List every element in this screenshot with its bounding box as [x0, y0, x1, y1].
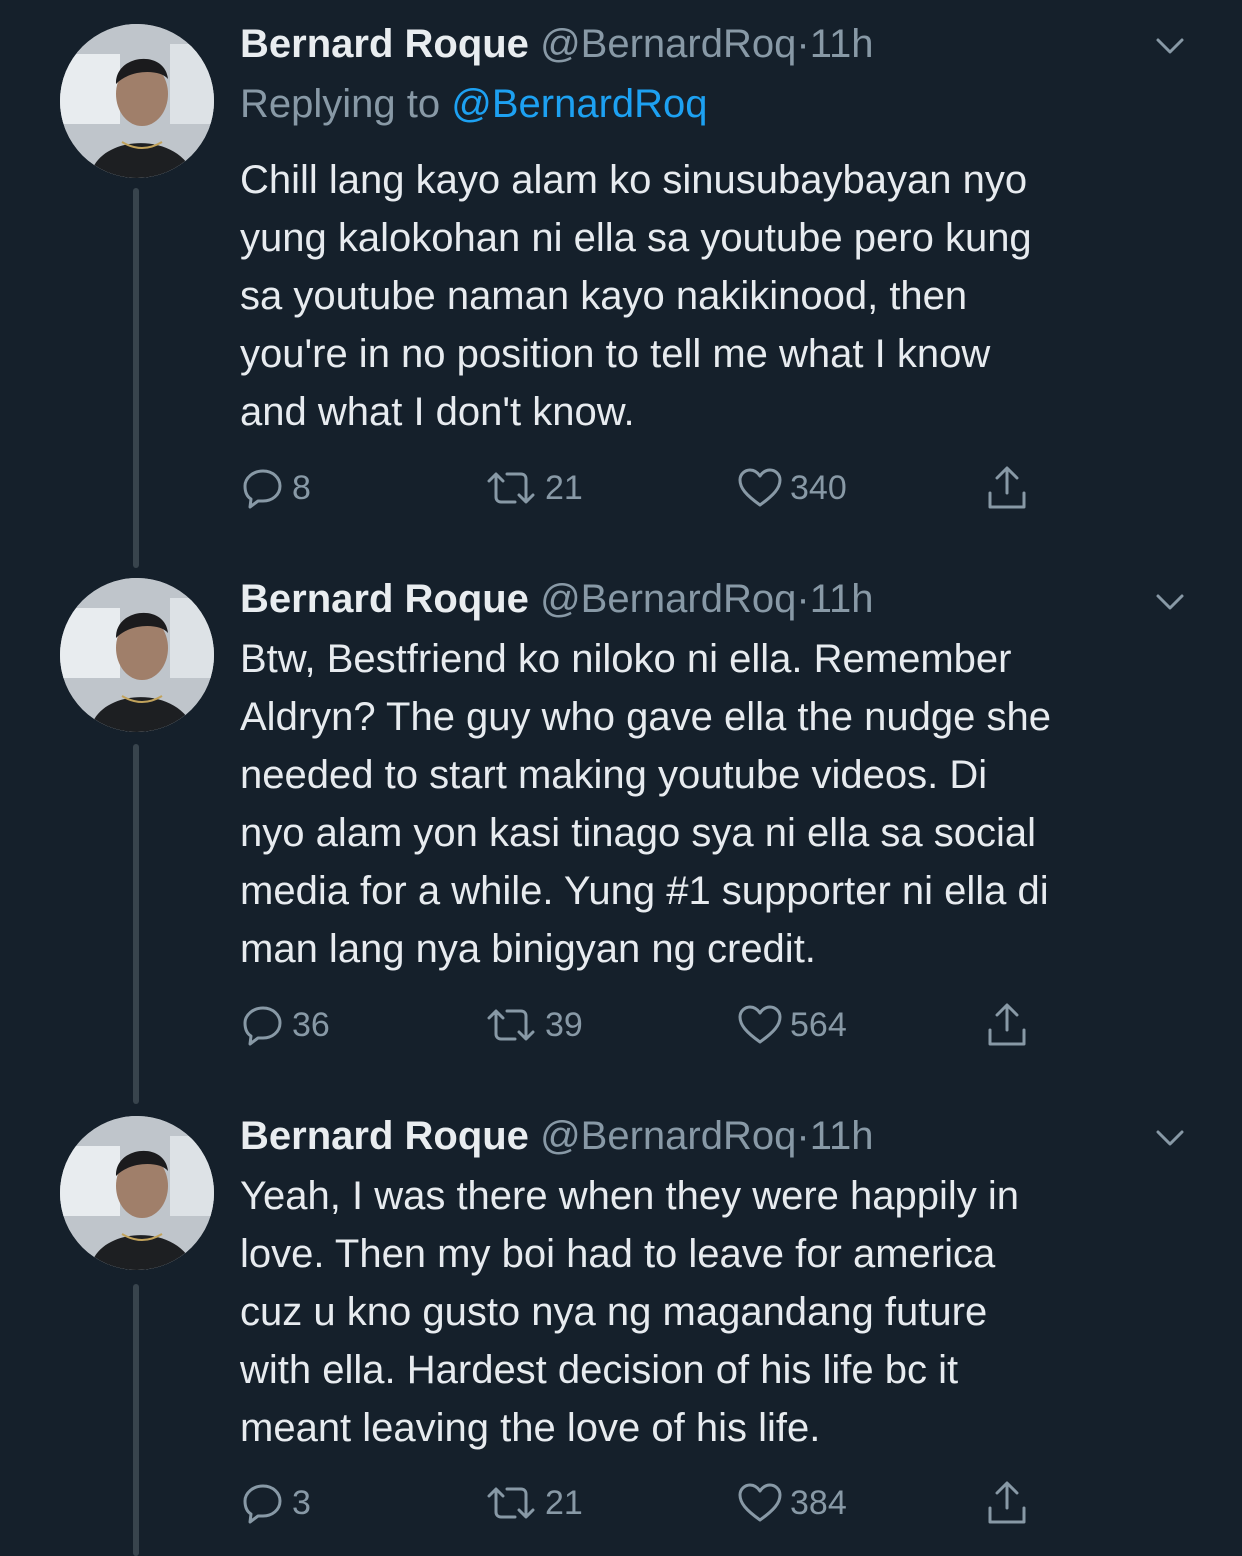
like-count: 564 — [790, 1005, 847, 1044]
like-button[interactable]: 564 — [736, 1000, 847, 1050]
profile-photo — [60, 1116, 214, 1270]
tweet-text-line: Chill lang kayo alam ko sinusubaybayan n… — [240, 158, 1028, 202]
tweet-text-line: Yeah, I was there when they were happily… — [240, 1174, 1020, 1218]
timestamp[interactable]: 11h — [810, 1114, 874, 1158]
tweet-header: Bernard Roque @BernardRoq·11h — [240, 20, 873, 68]
tweet-actions: 3 21 384 — [240, 1478, 1060, 1528]
retweet-icon — [487, 1487, 535, 1519]
replying-to-label: Replying to — [240, 82, 452, 126]
tweet-header: Bernard Roque @BernardRoq·11h — [240, 575, 873, 623]
share-button[interactable] — [982, 463, 1032, 513]
tweet-actions: 36 39 564 — [240, 1000, 1060, 1050]
reply-icon — [243, 469, 282, 509]
like-button[interactable]: 340 — [736, 463, 847, 513]
heart-icon — [738, 1005, 782, 1044]
retweet-count: 21 — [545, 1483, 583, 1522]
thread-connector-line — [133, 188, 139, 568]
reply-button[interactable]: 36 — [240, 1000, 330, 1050]
reply-count: 8 — [292, 468, 311, 507]
reply-button[interactable]: 8 — [240, 463, 311, 513]
chevron-down-icon[interactable] — [1150, 582, 1190, 622]
separator-dot: · — [796, 1114, 810, 1158]
avatar[interactable] — [60, 1116, 214, 1270]
tweet-text-line: needed to start making youtube videos. D… — [240, 753, 988, 797]
reply-icon — [243, 1484, 282, 1524]
tweet-text-line: sa youtube naman kayo nakikinood, then — [240, 274, 968, 318]
tweet-text-line: with ella. Hardest decision of his life … — [240, 1348, 959, 1392]
share-icon — [988, 1481, 1026, 1524]
reply-count: 36 — [292, 1005, 330, 1044]
tweet-text-line: yung kalokohan ni ella sa youtube pero k… — [240, 216, 1032, 260]
replying-to-mention[interactable]: @BernardRoq — [451, 82, 707, 126]
retweet-icon — [487, 1009, 535, 1041]
share-button[interactable] — [982, 1000, 1032, 1050]
tweet-text-line: and what I don't know. — [240, 390, 635, 434]
like-count: 384 — [790, 1483, 847, 1522]
profile-photo — [60, 578, 214, 732]
separator-dot: · — [796, 577, 810, 621]
chevron-down-icon[interactable] — [1150, 26, 1190, 66]
tweet-text-line: love. Then my boi had to leave for ameri… — [240, 1232, 996, 1276]
like-button[interactable]: 384 — [736, 1478, 847, 1528]
display-name[interactable]: Bernard Roque — [240, 577, 529, 621]
tweet-text-line: Btw, Bestfriend ko niloko ni ella. Remem… — [240, 637, 1012, 681]
avatar[interactable] — [60, 24, 214, 178]
like-count: 340 — [790, 468, 847, 507]
tweet-text-line: Aldryn? The guy who gave ella the nudge … — [240, 695, 1051, 739]
thread-connector-line — [133, 1284, 139, 1556]
profile-photo — [60, 24, 214, 178]
tweet-thread: Bernard Roque @BernardRoq·11h Replying t… — [0, 0, 1242, 1556]
share-icon — [988, 1003, 1026, 1046]
retweet-count: 21 — [545, 468, 583, 507]
username[interactable]: @BernardRoq — [540, 577, 796, 621]
retweet-button[interactable]: 39 — [483, 1000, 583, 1050]
reply-button[interactable]: 3 — [240, 1478, 311, 1528]
reply-icon — [243, 1006, 282, 1046]
retweet-count: 39 — [545, 1005, 583, 1044]
separator-dot: · — [796, 22, 810, 66]
tweet-header: Bernard Roque @BernardRoq·11h — [240, 1112, 873, 1160]
heart-icon — [738, 1483, 782, 1522]
reply-count: 3 — [292, 1483, 311, 1522]
tweet-text-line: you're in no position to tell me what I … — [240, 332, 991, 376]
tweet-text-line: cuz u kno gusto nya ng magandang future — [240, 1290, 988, 1334]
replying-to: Replying to @BernardRoq — [240, 80, 708, 128]
timestamp[interactable]: 11h — [810, 22, 874, 66]
heart-icon — [738, 468, 782, 507]
timestamp[interactable]: 11h — [810, 577, 874, 621]
chevron-down-icon[interactable] — [1150, 1118, 1190, 1158]
thread-connector-line — [133, 744, 139, 1104]
retweet-button[interactable]: 21 — [483, 463, 583, 513]
username[interactable]: @BernardRoq — [540, 1114, 796, 1158]
tweet-actions: 8 21 340 — [240, 463, 1060, 513]
share-icon — [988, 466, 1026, 509]
retweet-icon — [487, 472, 535, 504]
share-button[interactable] — [982, 1478, 1032, 1528]
username[interactable]: @BernardRoq — [540, 22, 796, 66]
tweet-text-line: meant leaving the love of his life. — [240, 1406, 821, 1450]
tweet-text: Yeah, I was there when they were happily… — [240, 1167, 1200, 1457]
tweet-text-line: man lang nya binigyan ng credit. — [240, 927, 816, 971]
display-name[interactable]: Bernard Roque — [240, 22, 529, 66]
tweet-text: Chill lang kayo alam ko sinusubaybayan n… — [240, 151, 1200, 441]
retweet-button[interactable]: 21 — [483, 1478, 583, 1528]
tweet-text-line: nyo alam yon kasi tinago sya ni ella sa … — [240, 811, 1036, 855]
tweet-text: Btw, Bestfriend ko niloko ni ella. Remem… — [240, 630, 1200, 978]
avatar[interactable] — [60, 578, 214, 732]
display-name[interactable]: Bernard Roque — [240, 1114, 529, 1158]
tweet-text-line: media for a while. Yung #1 supporter ni … — [240, 869, 1049, 913]
